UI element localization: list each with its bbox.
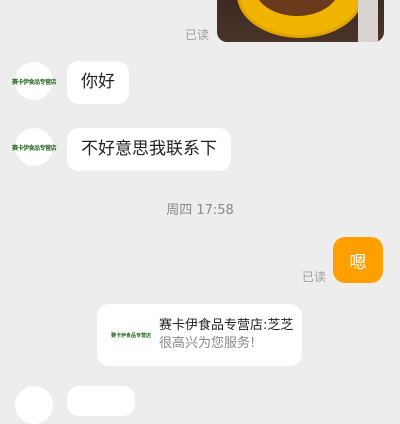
chat-timestamp: 周四 17:58: [166, 203, 234, 218]
shop-logo-text: 赛卡伊食品专营店: [12, 144, 57, 152]
card-title: 赛卡伊食品专营店:芝芝: [159, 318, 294, 334]
shop-service-card[interactable]: 赛卡伊食品专营店 赛卡伊食品专营店:芝芝 很高兴为您服务!: [97, 304, 302, 366]
incoming-message[interactable]: 不好意思我联系下: [67, 128, 231, 171]
incoming-message[interactable]: 你好: [67, 61, 129, 104]
outgoing-message[interactable]: 嗯: [333, 237, 383, 283]
shop-avatar[interactable]: [15, 386, 53, 424]
shop-avatar[interactable]: 赛卡伊食品专营店: [12, 128, 57, 166]
read-receipt: 已读: [302, 270, 327, 284]
shop-logo: 赛卡伊食品专营店: [111, 332, 152, 339]
sent-image-message[interactable]: [217, 0, 384, 42]
card-subtitle: 很高兴为您服务!: [159, 336, 256, 351]
read-receipt: 已读: [185, 28, 210, 42]
shop-logo-text: 赛卡伊食品专营店: [12, 78, 57, 86]
incoming-message[interactable]: [67, 386, 135, 416]
shop-avatar[interactable]: 赛卡伊食品专营店: [12, 62, 57, 100]
